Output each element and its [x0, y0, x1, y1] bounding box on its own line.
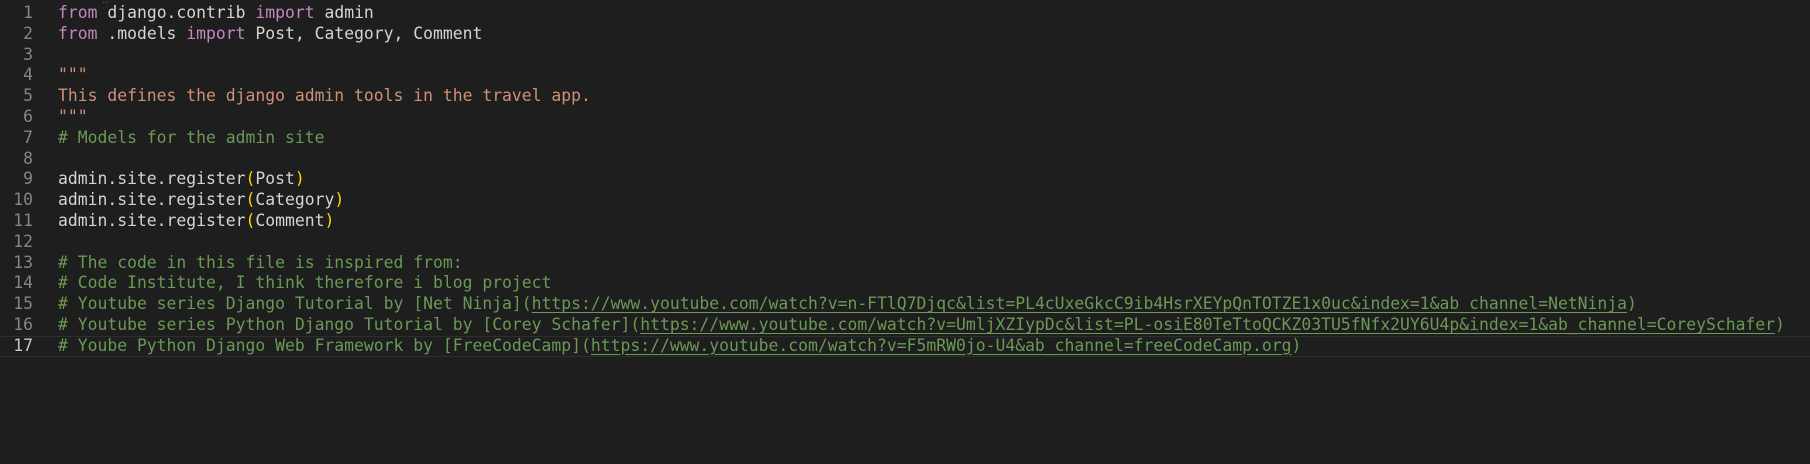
- line-number: 16: [13, 315, 33, 334]
- code-line[interactable]: 4 """: [0, 65, 1810, 86]
- line-number: 14: [13, 273, 33, 293]
- line-number: 6: [23, 107, 33, 126]
- code-token: # Youtube series Python Django Tutorial …: [58, 315, 641, 334]
- code-token: # Models for the admin site: [58, 127, 325, 147]
- line-number: 10: [13, 190, 33, 210]
- line-number: 9: [23, 169, 33, 189]
- code-token: # Yoube Python Django Web Framework by […: [58, 335, 591, 355]
- code-token: ): [1291, 335, 1302, 355]
- line-number: 11: [13, 211, 33, 230]
- code-token: Comment: [255, 211, 325, 230]
- line-number: 2: [23, 23, 33, 43]
- code-link[interactable]: https://www.youtube.com/watch?v=UmljXZIy…: [640, 315, 1775, 334]
- code-token: ): [334, 190, 345, 210]
- code-token: from: [58, 3, 98, 22]
- code-text: from django.contrib import admin: [58, 3, 374, 24]
- code-text: admin.site.register(Post): [58, 169, 305, 190]
- code-token: """: [58, 65, 88, 85]
- code-line[interactable]: 15 # Youtube series Django Tutorial by [N…: [0, 294, 1810, 315]
- code-line[interactable]: 13 # The code in this file is inspired fr…: [0, 253, 1810, 274]
- code-token: admin.site.register: [58, 190, 246, 210]
- code-line[interactable]: 16 # Youtube series Python Django Tutoria…: [0, 315, 1810, 336]
- code-line[interactable]: 14 # Code Institute, I think therefore i …: [0, 273, 1810, 294]
- code-line[interactable]: 5 This defines the django admin tools in …: [0, 86, 1810, 107]
- line-number: 13: [13, 252, 33, 272]
- code-token: ): [1627, 294, 1637, 314]
- code-line[interactable]: 8: [0, 149, 1810, 170]
- code-text: This defines the django admin tools in t…: [58, 86, 591, 107]
- code-line[interactable]: 9 admin.site.register(Post): [0, 169, 1810, 190]
- code-line[interactable]: 12: [0, 232, 1810, 253]
- code-token: import: [255, 3, 315, 22]
- code-text: """: [58, 65, 88, 86]
- code-token: This defines the django admin tools in t…: [58, 86, 591, 106]
- code-link[interactable]: https://www.youtube.com/watch?v=F5mRW0jo…: [591, 336, 1292, 355]
- code-line[interactable]: 7 # Models for the admin site: [0, 128, 1810, 149]
- code-text: # The code in this file is inspired from…: [58, 253, 463, 274]
- code-token: Category: [255, 190, 335, 210]
- line-number: 5: [23, 86, 33, 106]
- line-number: 7: [23, 127, 33, 147]
- code-line[interactable]: 11 admin.site.register(Comment): [0, 211, 1810, 232]
- code-token: django.contrib: [97, 3, 256, 22]
- code-token: # Youtube series Django Tutorial by [Net…: [58, 294, 532, 314]
- code-token: admin: [314, 3, 374, 22]
- code-token: .models: [97, 23, 187, 43]
- code-token: Post: [255, 169, 295, 189]
- code-token: (: [245, 190, 256, 210]
- line-number: 1: [23, 3, 33, 22]
- code-token: import: [186, 23, 246, 43]
- code-text: # Youtube series Django Tutorial by [Net…: [58, 294, 1637, 315]
- line-number: 4: [23, 65, 33, 85]
- code-text: from .models import Post, Category, Comm…: [58, 24, 482, 45]
- code-text: """: [58, 107, 88, 128]
- line-number: 8: [23, 148, 33, 168]
- code-text: # Models for the admin site: [58, 128, 324, 149]
- code-token: (: [245, 169, 256, 189]
- line-number: 12: [13, 231, 33, 251]
- code-token: ): [324, 211, 335, 230]
- code-text: admin.site.register(Comment): [58, 211, 334, 232]
- code-link[interactable]: https://www.youtube.com/watch?v=n-FTlQ7D…: [532, 294, 1627, 313]
- code-text: # Code Institute, I think therefore i bl…: [58, 273, 551, 294]
- code-text: # Yoube Python Django Web Framework by […: [58, 335, 1302, 356]
- code-token: ): [294, 169, 305, 189]
- code-line[interactable]: 6 """: [0, 107, 1810, 128]
- code-text: # Youtube series Python Django Tutorial …: [58, 315, 1785, 336]
- code-token: admin.site.register: [58, 211, 246, 230]
- code-line[interactable]: 17 # Yoube Python Django Web Framework by…: [0, 335, 1810, 357]
- code-line[interactable]: 10 admin.site.register(Category): [0, 190, 1810, 211]
- code-token: """: [58, 107, 88, 126]
- line-number: 17: [13, 335, 33, 355]
- code-line[interactable]: 3: [0, 45, 1810, 66]
- line-number: 3: [23, 44, 33, 64]
- line-number: 15: [13, 294, 33, 314]
- fold-indicator: ‥: [102, 0, 109, 6]
- code-token: # Code Institute, I think therefore i bl…: [58, 273, 552, 293]
- code-token: admin.site.register: [58, 169, 246, 189]
- code-editor[interactable]: ‥ 1 from django.contrib import admin 2 from…: [0, 0, 1810, 464]
- code-token: (: [245, 211, 256, 230]
- code-line[interactable]: 2 from .models import Post, Category, Com…: [0, 24, 1810, 45]
- code-line[interactable]: 1 from django.contrib import admin: [0, 3, 1810, 24]
- code-token: # The code in this file is inspired from…: [58, 252, 463, 272]
- code-text: admin.site.register(Category): [58, 190, 344, 211]
- code-token: ): [1775, 315, 1785, 334]
- code-token: Post, Category, Comment: [245, 23, 483, 43]
- code-token: from: [58, 23, 98, 43]
